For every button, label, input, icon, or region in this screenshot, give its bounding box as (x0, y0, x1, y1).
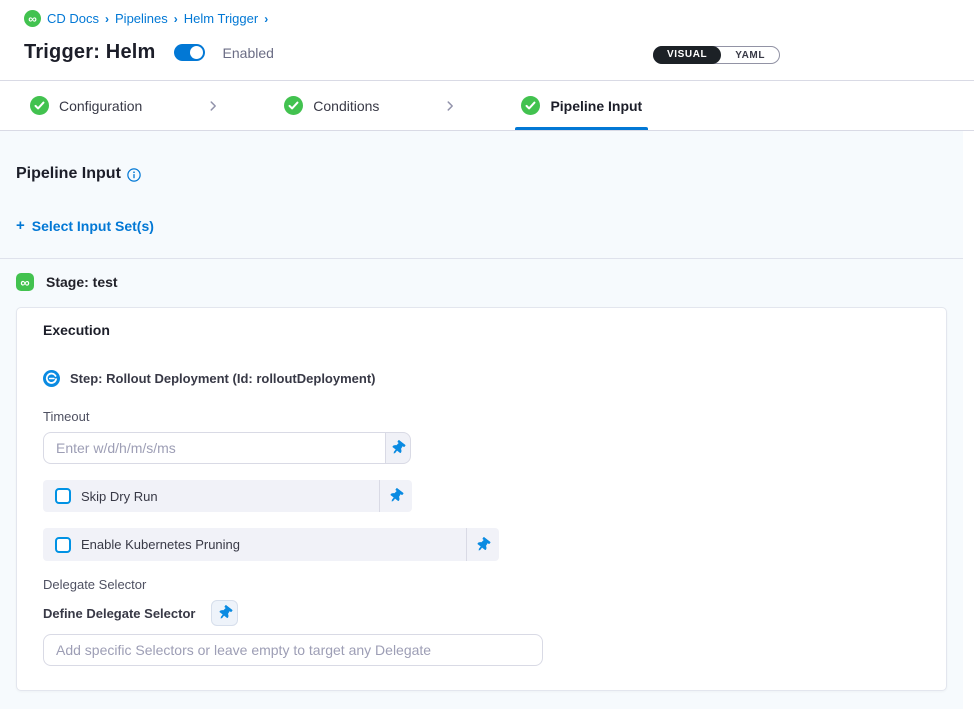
yaml-tab[interactable]: YAML (721, 50, 779, 61)
pin-icon (388, 438, 408, 458)
plus-icon: + (16, 217, 25, 234)
enable-kubernetes-pruning-label: Enable Kubernetes Pruning (81, 537, 240, 552)
pin-icon (473, 535, 493, 555)
page-title: Trigger: Helm (24, 41, 156, 64)
toggle-knob (190, 46, 203, 59)
define-delegate-selector-row: Define Delegate Selector (43, 600, 920, 626)
harness-cd-stage-icon: ∞ (16, 273, 34, 291)
breadcrumb: ∞ CD Docs › Pipelines › Helm Trigger › (24, 10, 974, 27)
breadcrumb-separator-icon: › (264, 12, 268, 26)
execution-card: Execution Step: Rollout Deployment (Id: … (16, 307, 947, 691)
pin-icon (215, 603, 235, 623)
page-header: ∞ CD Docs › Pipelines › Helm Trigger › T… (0, 0, 974, 81)
harness-cd-module-icon: ∞ (24, 10, 41, 27)
skip-dry-run-row: Skip Dry Run (43, 480, 412, 512)
stage-section: ∞ Stage: test Execution Step: Rollout De… (0, 258, 963, 691)
tab-conditions[interactable]: Conditions (278, 81, 385, 130)
visual-yaml-toggle: VISUAL YAML (653, 46, 780, 64)
stage-row[interactable]: ∞ Stage: test (16, 273, 947, 291)
timeout-input-group (43, 432, 411, 464)
timeout-pin-button[interactable] (385, 432, 411, 464)
stage-label: Stage: test (46, 274, 118, 290)
enable-kubernetes-pruning-pin-button[interactable] (466, 528, 499, 561)
breadcrumb-link-cd-docs[interactable]: CD Docs (47, 11, 99, 26)
enable-kubernetes-pruning-row: Enable Kubernetes Pruning (43, 528, 499, 561)
timeout-label: Timeout (43, 409, 920, 424)
execution-card-title: Execution (43, 322, 920, 338)
section-title: Pipeline Input (16, 165, 121, 183)
wizard-tabbar: Configuration Conditions Pipeline Input (0, 81, 974, 131)
enabled-toggle[interactable] (174, 44, 205, 61)
skip-dry-run-label: Skip Dry Run (81, 489, 158, 504)
step-label: Step: Rollout Deployment (Id: rolloutDep… (70, 371, 376, 386)
tab-label: Configuration (59, 98, 142, 114)
visual-tab[interactable]: VISUAL (653, 46, 721, 64)
enable-kubernetes-pruning-option[interactable]: Enable Kubernetes Pruning (43, 537, 466, 553)
delegate-selector-pin-button[interactable] (211, 600, 238, 626)
skip-dry-run-pin-button[interactable] (379, 480, 412, 512)
skip-dry-run-option[interactable]: Skip Dry Run (43, 488, 379, 504)
timeout-input[interactable] (43, 432, 385, 464)
skip-dry-run-checkbox[interactable] (55, 488, 71, 504)
tab-label: Pipeline Input (550, 98, 642, 114)
select-input-sets-label: Select Input Set(s) (32, 218, 154, 234)
enable-kubernetes-pruning-checkbox[interactable] (55, 537, 71, 553)
pin-icon (386, 486, 406, 506)
delegate-selector-label: Delegate Selector (43, 577, 920, 592)
chevron-right-icon (206, 99, 220, 113)
chevron-right-icon (443, 99, 457, 113)
breadcrumb-separator-icon: › (174, 12, 178, 26)
rollout-step-icon (43, 370, 60, 387)
info-icon[interactable] (127, 168, 141, 182)
define-delegate-selector-label: Define Delegate Selector (43, 606, 195, 621)
check-circle-icon (284, 96, 303, 115)
step-row: Step: Rollout Deployment (Id: rolloutDep… (43, 370, 920, 387)
select-input-sets-button[interactable]: + Select Input Set(s) (16, 217, 154, 234)
delegate-selector-input[interactable] (43, 634, 543, 666)
enabled-toggle-label: Enabled (223, 45, 274, 61)
check-circle-icon (30, 96, 49, 115)
breadcrumb-separator-icon: › (105, 12, 109, 26)
tab-label: Conditions (313, 98, 379, 114)
tab-configuration[interactable]: Configuration (24, 81, 148, 130)
breadcrumb-link-pipelines[interactable]: Pipelines (115, 11, 168, 26)
tab-pipeline-input[interactable]: Pipeline Input (515, 81, 648, 130)
check-circle-icon (521, 96, 540, 115)
breadcrumb-link-helm-trigger[interactable]: Helm Trigger (184, 11, 258, 26)
pipeline-input-panel: Pipeline Input + Select Input Set(s) ∞ S… (0, 131, 963, 709)
